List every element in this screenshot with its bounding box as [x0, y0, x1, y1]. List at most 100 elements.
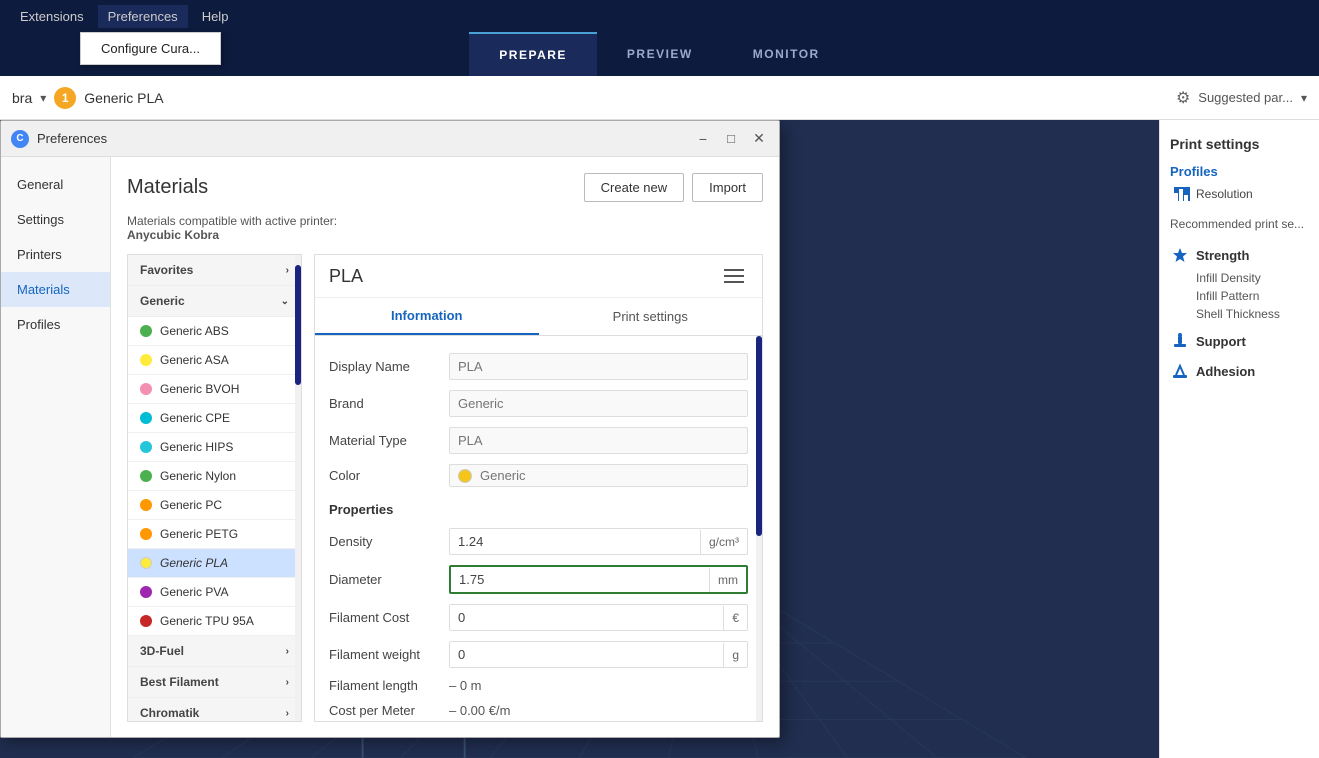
material-generic-bvoh[interactable]: Generic BVOH [128, 375, 301, 404]
field-filament-weight: Filament weight g [329, 636, 748, 673]
category-best-filament[interactable]: Best Filament › [128, 667, 301, 698]
menu-help[interactable]: Help [192, 5, 239, 28]
category-3dfuel[interactable]: 3D-Fuel › [128, 636, 301, 667]
filament-cost-input[interactable] [450, 605, 723, 630]
maximize-button[interactable]: □ [721, 129, 741, 149]
menu-preferences[interactable]: Preferences [98, 5, 188, 28]
filament-weight-input[interactable] [450, 642, 723, 667]
material-generic-petg[interactable]: Generic PETG [128, 520, 301, 549]
materials-note: Materials compatible with active printer… [127, 214, 763, 242]
list-scrollbar[interactable] [295, 255, 301, 721]
material-generic-pla[interactable]: Generic PLA [128, 549, 301, 578]
dropdown-arrow[interactable]: ▾ [40, 91, 46, 105]
category-chromatik[interactable]: Chromatik › [128, 698, 301, 722]
nav-general[interactable]: General [1, 167, 110, 202]
color-dot [140, 412, 152, 424]
nav-printers[interactable]: Printers [1, 237, 110, 272]
tab-monitor[interactable]: MONITOR [723, 32, 850, 76]
close-button[interactable]: ✕ [749, 129, 769, 149]
support-icon [1170, 331, 1190, 351]
shell-thickness-item: Shell Thickness [1170, 305, 1309, 323]
field-filament-length: Filament length – 0 m [329, 673, 748, 698]
material-detail: PLA Information Print settings [314, 254, 763, 722]
infill-pattern-item: Infill Pattern [1170, 287, 1309, 305]
hamburger-menu[interactable] [720, 265, 748, 287]
material-generic-asa[interactable]: Generic ASA [128, 346, 301, 375]
material-generic-cpe[interactable]: Generic CPE [128, 404, 301, 433]
cost-per-meter-value: – 0.00 €/m [449, 703, 510, 718]
field-label: Filament weight [329, 647, 449, 662]
tab-preview[interactable]: PREVIEW [597, 32, 723, 76]
dialog-content: Materials Create new Import Materials co… [111, 157, 779, 737]
dialog-title-label: Preferences [37, 131, 685, 146]
suggested-params-label[interactable]: Suggested par... [1198, 90, 1293, 105]
configure-cura-item[interactable]: Configure Cura... [81, 33, 220, 64]
category-favorites[interactable]: Favorites › [128, 255, 301, 286]
density-input[interactable] [450, 529, 700, 554]
detail-scrollbar[interactable] [756, 336, 762, 721]
tab-information[interactable]: Information [315, 298, 539, 335]
field-label: Density [329, 534, 449, 549]
adhesion-section[interactable]: Adhesion [1170, 355, 1309, 385]
menu-extensions[interactable]: Extensions [10, 5, 94, 28]
nav-materials[interactable]: Materials [1, 272, 110, 307]
nav-settings[interactable]: Settings [1, 202, 110, 237]
field-label: Display Name [329, 359, 449, 374]
field-label: Filament length [329, 678, 449, 693]
field-label: Filament Cost [329, 610, 449, 625]
color-swatch[interactable] [458, 469, 472, 483]
chevron-right-icon: › [286, 265, 289, 276]
dropdown-arrow-right[interactable]: ▾ [1301, 91, 1307, 105]
density-unit: g/cm³ [700, 530, 747, 554]
material-generic-nylon[interactable]: Generic Nylon [128, 462, 301, 491]
cost-unit: € [723, 606, 747, 630]
field-color: Color [329, 459, 748, 492]
create-new-button[interactable]: Create new [584, 173, 684, 202]
preferences-dialog: C Preferences − □ ✕ General Settings Pri… [0, 120, 780, 738]
diameter-unit: mm [709, 568, 746, 592]
filament-length-value: – 0 m [449, 678, 482, 693]
adhesion-icon [1170, 361, 1190, 381]
tab-print-settings[interactable]: Print settings [539, 298, 763, 335]
category-generic[interactable]: Generic ⌄ [128, 286, 301, 317]
resolution-icon [1174, 187, 1190, 201]
field-diameter: Diameter mm [329, 560, 748, 599]
color-dot [140, 325, 152, 337]
chevron-right-icon: › [286, 646, 289, 657]
nav-profiles[interactable]: Profiles [1, 307, 110, 342]
color-dot [140, 528, 152, 540]
tab-prepare[interactable]: PREPARE [469, 32, 597, 76]
color-dot [140, 441, 152, 453]
resolution-item[interactable]: Resolution [1170, 183, 1309, 205]
diameter-input[interactable] [451, 567, 709, 592]
materials-list: Favorites › Generic ⌄ Generic [127, 254, 302, 722]
field-label: Diameter [329, 572, 449, 587]
material-type-input[interactable] [449, 427, 748, 454]
color-dot [140, 615, 152, 627]
display-name-input[interactable] [449, 353, 748, 380]
minimize-button[interactable]: − [693, 129, 713, 149]
detail-content: Display Name Brand Mater [315, 336, 762, 721]
material-generic-pva[interactable]: Generic PVA [128, 578, 301, 607]
color-dot [140, 557, 152, 569]
printer-bar: bra ▾ 1 Generic PLA ⚙ Suggested par... ▾ [0, 76, 1319, 120]
properties-section-header: Properties [329, 492, 748, 523]
strength-section[interactable]: Strength [1170, 239, 1309, 269]
color-input[interactable] [480, 468, 739, 483]
material-generic-hips[interactable]: Generic HIPS [128, 433, 301, 462]
material-generic-abs[interactable]: Generic ABS [128, 317, 301, 346]
material-detail-name: PLA [329, 266, 720, 287]
support-section[interactable]: Support [1170, 323, 1309, 355]
chevron-right-icon: › [286, 708, 289, 719]
brand-input[interactable] [449, 390, 748, 417]
import-button[interactable]: Import [692, 173, 763, 202]
material-generic-pc[interactable]: Generic PC [128, 491, 301, 520]
dialog-app-icon: C [11, 130, 29, 148]
infill-density-item: Infill Density [1170, 269, 1309, 287]
settings-icon: ⚙ [1176, 88, 1190, 108]
field-label: Material Type [329, 433, 449, 448]
dialog-body: General Settings Printers Materials Prof… [1, 157, 779, 737]
material-generic-tpu[interactable]: Generic TPU 95A [128, 607, 301, 636]
profiles-label: Profiles [1170, 162, 1309, 183]
field-brand: Brand [329, 385, 748, 422]
